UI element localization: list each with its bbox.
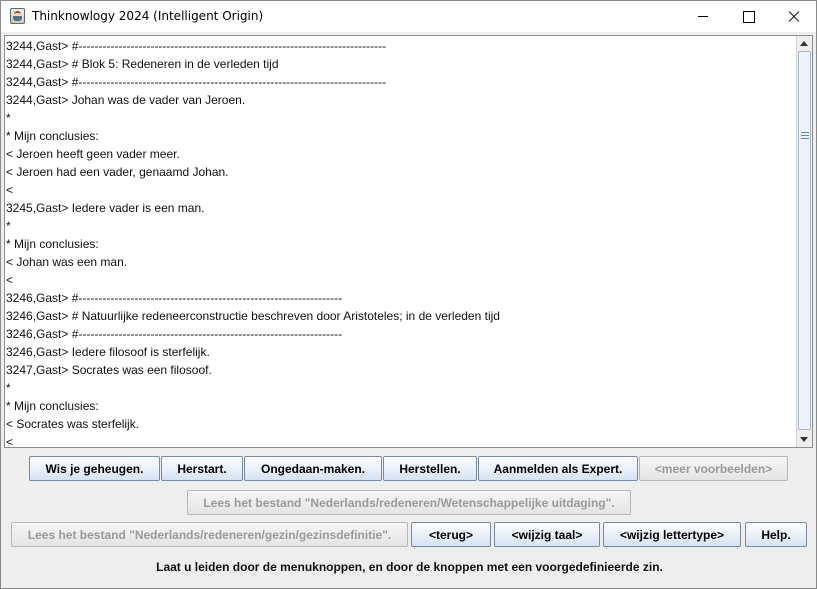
log-line: 3246,Gast> #----------------------------… (6, 291, 343, 305)
undo-button[interactable]: Ongedaan-maken. (244, 456, 382, 481)
app-icon (10, 8, 25, 24)
log-line: < Jeroen heeft geen vader meer. (6, 147, 180, 161)
more-examples-button[interactable]: <meer voorbeelden> (639, 456, 788, 481)
log-line: 3247,Gast> Socrates was een filosoof. (6, 363, 212, 377)
log-line: * (6, 219, 11, 233)
output-text-area[interactable]: 3244,Gast> #----------------------------… (4, 35, 813, 448)
restart-button[interactable]: Herstart. (161, 456, 243, 481)
read-file-family-button[interactable]: Lees het bestand "Nederlands/redeneren/g… (11, 522, 408, 547)
log-line: * Mijn conclusies: (6, 129, 99, 143)
close-icon[interactable] (771, 1, 817, 32)
log-line: 3246,Gast> #----------------------------… (6, 327, 343, 341)
window-title: Thinknowlogy 2024 (Intelligent Origin) (32, 9, 264, 23)
scroll-down-arrow-icon[interactable] (797, 432, 812, 447)
app-window: Thinknowlogy 2024 (Intelligent Origin) 3… (0, 0, 817, 589)
grip-icon (801, 132, 809, 139)
conversation-log[interactable]: 3244,Gast> #----------------------------… (5, 36, 797, 447)
login-expert-button[interactable]: Aanmelden als Expert. (478, 456, 638, 481)
redo-button[interactable]: Herstellen. (383, 456, 477, 481)
log-line: 3244,Gast> Johan was de vader van Jeroen… (6, 93, 246, 107)
log-line: 3244,Gast> #----------------------------… (6, 39, 387, 53)
log-line: * Mijn conclusies: (6, 237, 99, 251)
status-message: Laat u leiden door de menuknoppen, en do… (156, 560, 663, 574)
log-line: * (6, 111, 11, 125)
scrollbar-thumb[interactable] (798, 51, 811, 430)
log-line: * (6, 381, 11, 395)
maximize-icon[interactable] (725, 1, 771, 32)
scroll-up-arrow-icon[interactable] (797, 36, 812, 51)
clear-memory-button[interactable]: Wis je geheugen. (29, 456, 160, 481)
log-line: < Jeroen had een vader, genaamd Johan. (6, 165, 229, 179)
log-line: < (6, 273, 14, 287)
log-line: 3244,Gast> # Blok 5: Redeneren in de ver… (6, 57, 279, 71)
back-button[interactable]: <terug> (411, 522, 491, 547)
log-line: 3244,Gast> #----------------------------… (6, 75, 387, 89)
change-language-button[interactable]: <wijzig taal> (494, 522, 600, 547)
log-line: 3245,Gast> Iedere vader is een man. (6, 201, 205, 215)
log-line: < Johan was een man. (6, 255, 128, 269)
read-file-challenge-button[interactable]: Lees het bestand "Nederlands/redeneren/W… (187, 490, 631, 515)
log-line: < (6, 435, 14, 447)
minimize-icon[interactable] (680, 1, 726, 32)
log-line: * Mijn conclusies: (6, 399, 99, 413)
log-line: < Socrates was sterfelijk. (6, 417, 140, 431)
vertical-scrollbar[interactable] (796, 36, 812, 447)
change-font-button[interactable]: <wijzig lettertype> (603, 522, 741, 547)
log-line: 3246,Gast> Iedere filosoof is sterfelijk… (6, 345, 210, 359)
help-button[interactable]: Help. (745, 522, 807, 547)
title-bar: Thinknowlogy 2024 (Intelligent Origin) (1, 1, 816, 32)
log-line: < (6, 183, 14, 197)
log-line: 3246,Gast> # Natuurlijke redeneerconstru… (6, 309, 500, 323)
